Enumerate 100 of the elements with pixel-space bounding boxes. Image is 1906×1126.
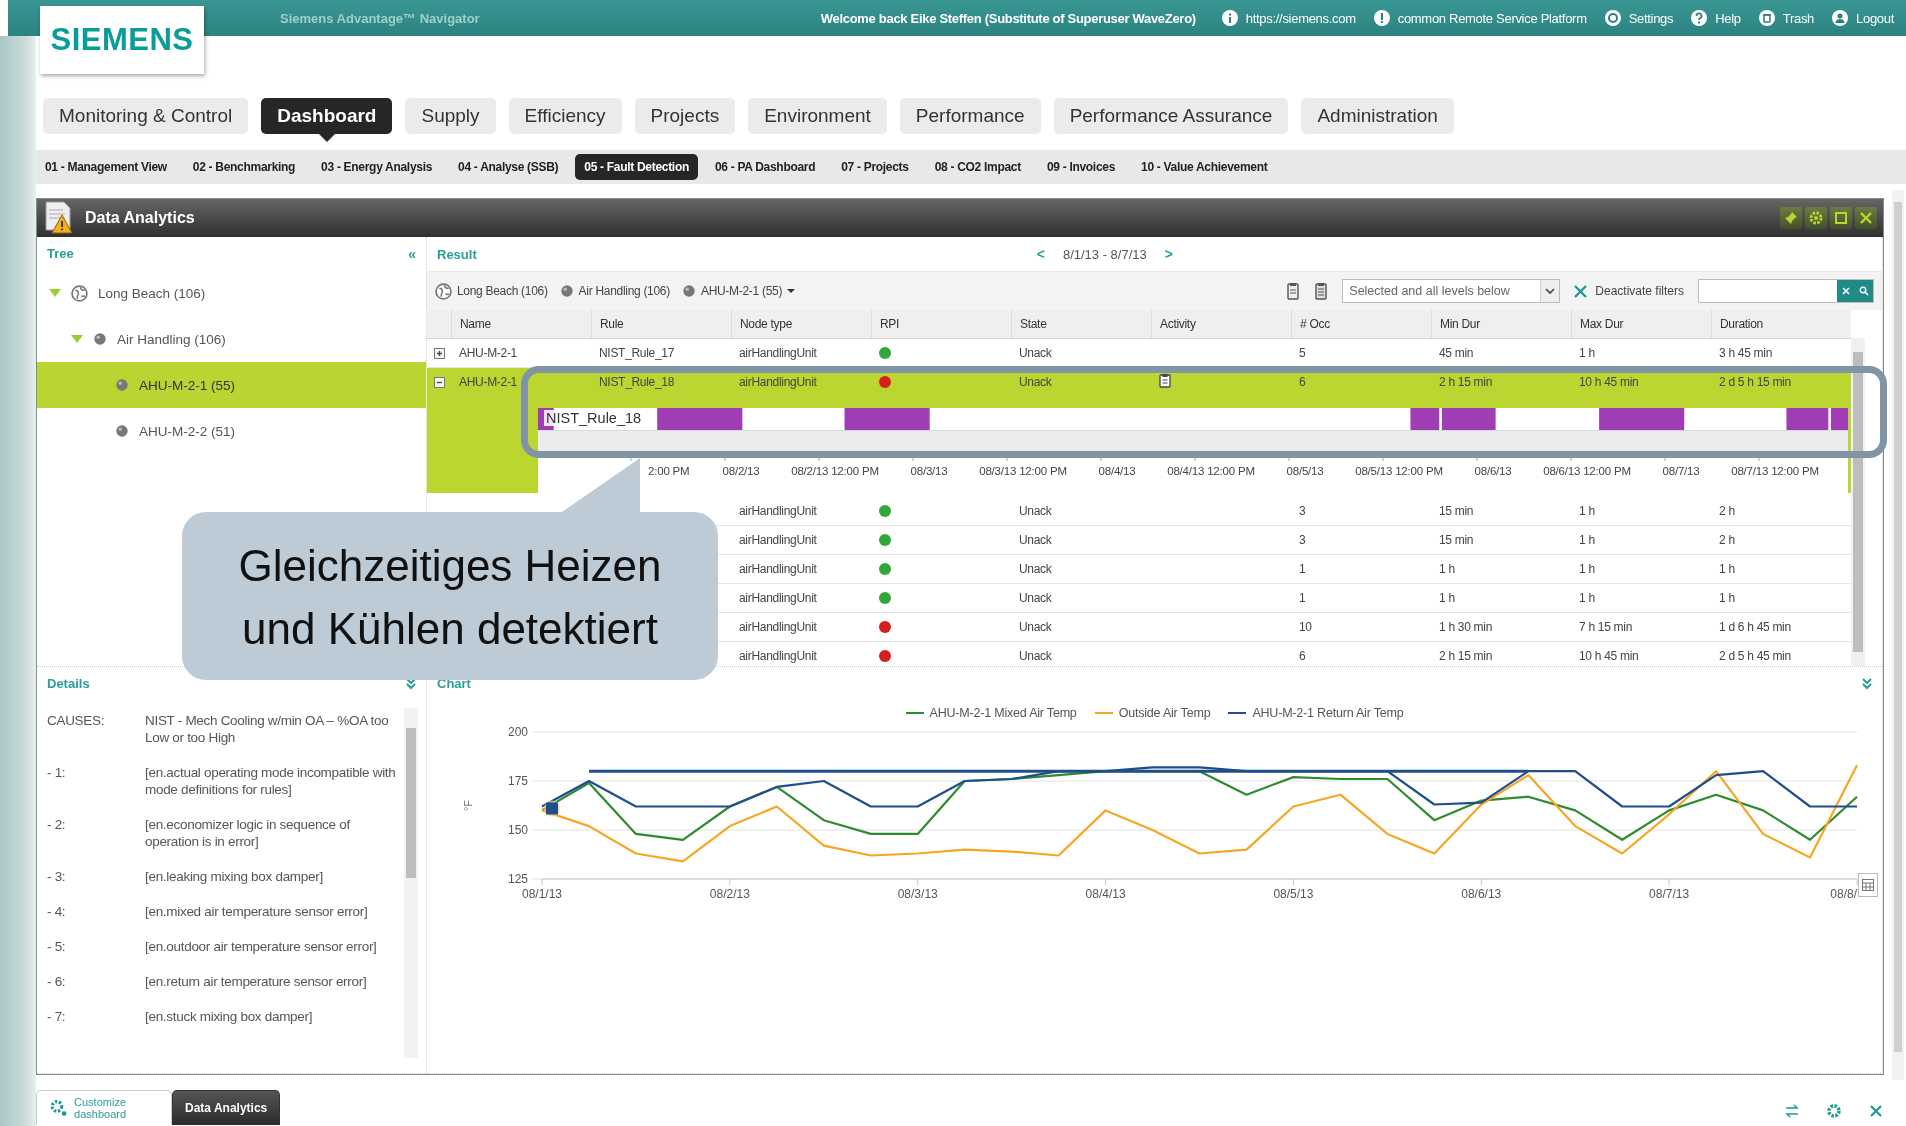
y-tick-label: 200: [507, 725, 528, 739]
cause-number: CAUSES:: [47, 712, 106, 730]
table-cell-text: 2 h: [1718, 504, 1736, 518]
table-cell-text: Unack: [1018, 504, 1053, 518]
time-tick-label: 08/2/13: [721, 465, 761, 477]
y-axis-label: °F: [462, 799, 474, 812]
table-cell-text: 2 h: [1718, 533, 1736, 547]
table-cell-text: 45 min: [1438, 346, 1475, 360]
table-cell-text: 1 h: [1578, 562, 1596, 576]
y-tick-label: 125: [507, 872, 528, 886]
table-cell-text: airHandlingUnit: [738, 562, 818, 576]
time-tick-label: 08/4/13 12:00 PM: [1166, 465, 1256, 477]
table-cell-text: 10 h 45 min: [1578, 649, 1640, 663]
table-cell-text: 3: [1298, 533, 1307, 547]
cause-number: - 2:: [47, 816, 67, 834]
x-tick-label: 08/4/13: [1085, 887, 1126, 901]
table-cell-text: 1 h: [1438, 591, 1456, 605]
table-cell-text: 1 h: [1718, 562, 1736, 576]
table-cell-text: 5: [1298, 346, 1307, 360]
panel-title: Chart: [437, 676, 471, 691]
x-tick-label: 08/2/13: [709, 887, 750, 901]
table-cell-text: 1 d 6 h 45 min: [1718, 620, 1792, 634]
x-tick-label: 08/8/: [1830, 887, 1857, 901]
table-cell-text: 1 h: [1438, 562, 1456, 576]
x-tick-label: 08/7/13: [1649, 887, 1690, 901]
cause-text: [en.return air temperature sensor error]: [145, 973, 368, 990]
x-tick-label: 08/3/13: [897, 887, 938, 901]
table-cell-text: Unack: [1018, 649, 1053, 663]
table-cell-text: airHandlingUnit: [738, 533, 818, 547]
time-tick-label: 2:00 PM: [648, 465, 691, 477]
table-cell-text: 7 h 15 min: [1578, 620, 1634, 634]
table-cell-text: Unack: [1018, 533, 1053, 547]
table-cell-text: 10: [1298, 620, 1313, 634]
cause-number: - 6:: [47, 973, 67, 990]
table-cell-text: 2 d 5 h 15 min: [1718, 375, 1792, 389]
table-cell-text: 15 min: [1438, 533, 1475, 547]
table-cell-text: airHandlingUnit: [738, 504, 818, 518]
table-cell-text: Unack: [1018, 346, 1053, 360]
panel-title: Tree: [47, 246, 74, 261]
time-tick-label: 08/7/13: [1661, 465, 1701, 477]
cause-number: - 5:: [47, 938, 67, 955]
cause-number: - 1:: [47, 764, 67, 782]
time-tick-label: 08/6/13 12:00 PM: [1542, 465, 1632, 477]
table-cell-text: airHandlingUnit: [738, 620, 818, 634]
x-tick-label: 08/5/13: [1273, 887, 1314, 901]
table-cell-text: Unack: [1018, 591, 1053, 605]
time-tick-label: 08/5/13: [1285, 465, 1325, 477]
time-tick-label: 08/3/13: [909, 465, 949, 477]
table-cell-text: 15 min: [1438, 504, 1475, 518]
time-tick-label: 08/4/13: [1097, 465, 1137, 477]
cause-number: - 7:: [47, 1008, 67, 1025]
table-cell-text: NIST_Rule_17: [598, 346, 676, 360]
table-cell-text: 2 h 15 min: [1438, 375, 1494, 389]
table-cell-text: airHandlingUnit: [738, 649, 818, 663]
table-cell-text: NIST_Rule_18: [598, 375, 676, 389]
table-cell-text: 1 h: [1718, 591, 1736, 605]
cause-text: NIST - Mech Cooling w/min OA – %OA too Low or too High: [145, 712, 390, 746]
table-cell-text: Unack: [1018, 375, 1053, 389]
table-cell-text: 10 h 45 min: [1578, 375, 1640, 389]
app-title: Siemens Advantage™ Navigator: [280, 10, 480, 26]
cause-number: - 3:: [47, 868, 67, 885]
welcome-text: Welcome back Eike Steffen (Substitute of Superuser WaveZero): [820, 10, 1196, 26]
cause-number: - 4:: [47, 903, 67, 920]
table-cell-text: 2 h 15 min: [1438, 649, 1494, 663]
time-tick-label: 08/6/13: [1473, 465, 1513, 477]
table-cell-text: airHandlingUnit: [738, 375, 818, 389]
cause-text: [en.actual operating mode incompatible with mode definitions for rules]: [145, 764, 397, 798]
x-tick-label: 08/6/13: [1461, 887, 1502, 901]
table-cell-text: Unack: [1018, 620, 1053, 634]
time-tick-label: 08/5/13 12:00 PM: [1354, 465, 1444, 477]
table-cell-text: 1: [1298, 562, 1307, 576]
panel-title: Result: [437, 246, 477, 262]
table-cell-text: 6: [1298, 649, 1307, 663]
table-cell-text: airHandlingUnit: [738, 346, 818, 360]
table-cell-text: 2 d 5 h 45 min: [1718, 649, 1792, 663]
time-tick-label: 08/7/13 12:00 PM: [1730, 465, 1820, 477]
y-tick-label: 150: [507, 823, 528, 837]
table-cell-text: Unack: [1018, 562, 1053, 576]
time-tick-label: 08/3/13 12:00 PM: [978, 465, 1068, 477]
table-cell-text: AHU-M-2-1: [458, 346, 518, 360]
table-cell-text: 1 h: [1578, 504, 1596, 518]
table-cell-text: AHU-M-2-1: [458, 375, 518, 389]
table-cell-text: 6: [1298, 375, 1307, 389]
cause-text: [en.economizer logic in sequence of operation is in error]: [145, 816, 352, 850]
cause-text: [en.mixed air temperature sensor error]: [145, 903, 369, 920]
table-cell-text: 1 h: [1578, 591, 1596, 605]
table-cell-text: 1: [1298, 591, 1307, 605]
x-tick-label: 08/1/13: [522, 887, 562, 901]
table-cell-text: 1 h: [1578, 346, 1596, 360]
y-tick-label: 175: [507, 774, 528, 788]
cause-text: [en.stuck mixing box damper]: [145, 1008, 314, 1025]
table-cell-text: airHandlingUnit: [738, 591, 818, 605]
panel-title: Details: [47, 676, 90, 691]
table-cell-text: 3: [1298, 504, 1307, 518]
table-cell-text: 1 h: [1578, 533, 1596, 547]
timeline-label: NIST_Rule_18: [544, 410, 644, 426]
cause-text: [en.outdoor air temperature sensor error]: [145, 938, 378, 955]
cause-text: [en.leaking mixing box damper]: [145, 868, 324, 885]
date-range: 8/1/13 - 8/7/13: [1062, 246, 1147, 262]
table-cell-text: 3 h 45 min: [1718, 346, 1774, 360]
